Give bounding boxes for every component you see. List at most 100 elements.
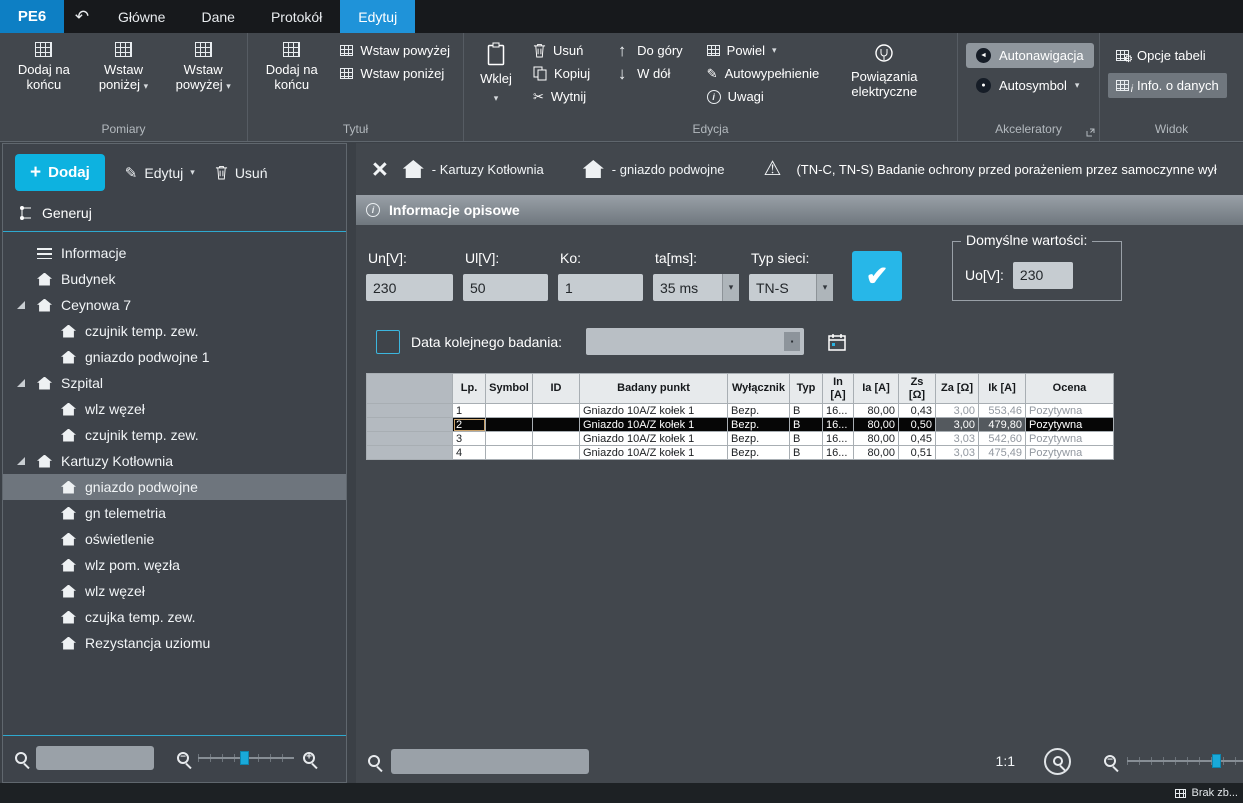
zoom-out-icon[interactable]: − [177, 752, 189, 764]
column-header[interactable]: Lp. [453, 374, 486, 404]
tree-item-gniazdo-podwojne-1[interactable]: gniazdo podwojne 1 [3, 344, 346, 370]
table-cell[interactable] [486, 446, 533, 460]
tree-item-budynek[interactable]: Budynek [3, 266, 346, 292]
table-row[interactable]: 4 Gniazdo 10A/Z kołek 1 Bezp. B 16... 80… [367, 446, 1114, 460]
zoom-out-icon[interactable]: − [1104, 755, 1116, 767]
generate-button[interactable]: Generuj [3, 199, 346, 229]
table-options-button[interactable]: ⚙ Opcje tabeli [1108, 43, 1214, 68]
expander-icon[interactable] [17, 379, 25, 387]
row-selector[interactable] [367, 446, 453, 460]
column-header[interactable]: Ocena [1026, 374, 1114, 404]
table-row[interactable]: 3 Gniazdo 10A/Z kołek 1 Bezp. B 16... 80… [367, 432, 1114, 446]
date-clear-button[interactable]: ▪ [784, 332, 800, 351]
column-header[interactable]: ID [533, 374, 580, 404]
table-cell[interactable] [486, 418, 533, 432]
row-selector[interactable] [367, 418, 453, 432]
table-cell[interactable]: Gniazdo 10A/Z kołek 1 [580, 432, 728, 446]
tree-item-czujka-temp-zew[interactable]: czujka temp. zew. [3, 604, 346, 630]
insert-measurement-above-button[interactable]: Wstaw powyżej ▾ [167, 39, 239, 94]
table-cell[interactable]: 3 [453, 432, 486, 446]
table-row[interactable]: 1 Gniazdo 10A/Z kołek 1 Bezp. B 16... 80… [367, 404, 1114, 418]
network-type-combobox[interactable]: TN-S ▾ [749, 274, 833, 301]
calendar-button[interactable] [827, 332, 847, 352]
chevron-down-icon[interactable]: ▾ [722, 274, 739, 301]
slider-handle[interactable] [240, 751, 249, 765]
table-cell[interactable]: 475,49 [979, 446, 1026, 460]
table-cell[interactable]: Pozytywna [1026, 404, 1114, 418]
table-cell[interactable]: B [790, 432, 823, 446]
table-cell[interactable]: Pozytywna [1026, 446, 1114, 460]
data-info-toggle[interactable]: i Info. o danych [1108, 73, 1227, 98]
menu-dane[interactable]: Dane [183, 0, 252, 33]
menu-edytuj[interactable]: Edytuj [340, 0, 415, 33]
table-cell[interactable]: 542,60 [979, 432, 1026, 446]
table-cell[interactable] [533, 446, 580, 460]
tree-item-szpital[interactable]: Szpital [3, 370, 346, 396]
column-header[interactable]: Zs [Ω] [899, 374, 936, 404]
zoom-fit-button[interactable] [1044, 748, 1071, 775]
table-cell[interactable]: Gniazdo 10A/Z kołek 1 [580, 446, 728, 460]
table-cell[interactable]: 0,43 [899, 404, 936, 418]
move-down-button[interactable]: ↓ W dół [609, 62, 688, 85]
tree-item-oswietlenie[interactable]: oświetlenie [3, 526, 346, 552]
table-cell[interactable]: 0,50 [899, 418, 936, 432]
column-header[interactable]: In [A] [823, 374, 854, 404]
table-cell[interactable]: 4 [453, 446, 486, 460]
paste-button[interactable]: Wklej ▾ [472, 39, 520, 106]
autosymbol-toggle[interactable]: ● Autosymbol ▾ [966, 73, 1089, 98]
table-cell[interactable] [533, 418, 580, 432]
cut-button[interactable]: ✂ Wytnij [528, 85, 595, 108]
breadcrumb-kotlownia[interactable]: - Kartuzy Kotłownia [403, 160, 544, 178]
tree-item-czujnik-temp-zew-2[interactable]: czujnik temp. zew. [3, 422, 346, 448]
autofill-button[interactable]: ✎ Autowypełnienie [702, 62, 825, 85]
table-cell[interactable]: 479,80 [979, 418, 1026, 432]
table-cell[interactable] [533, 404, 580, 418]
table-cell[interactable]: 3,00 [936, 418, 979, 432]
table-cell[interactable]: Bezp. [728, 418, 790, 432]
tree-item-czujnik-temp-zew-1[interactable]: czujnik temp. zew. [3, 318, 346, 344]
table-cell[interactable]: B [790, 404, 823, 418]
column-header[interactable]: Badany punkt [580, 374, 728, 404]
expander-icon[interactable] [17, 301, 25, 309]
table-cell[interactable]: 1 [453, 404, 486, 418]
table-cell[interactable]: Bezp. [728, 432, 790, 446]
tree-item-kartuzy-kotlownia[interactable]: Kartuzy Kotłownia [3, 448, 346, 474]
table-cell[interactable]: B [790, 446, 823, 460]
menu-glowne[interactable]: Główne [100, 0, 183, 33]
table-cell[interactable]: Pozytywna [1026, 418, 1114, 432]
duplicate-button[interactable]: Powiel ▾ [702, 39, 825, 62]
table-cell[interactable]: 16... [823, 418, 854, 432]
insert-measurement-below-button[interactable]: Wstaw poniżej ▾ [88, 39, 160, 94]
ta-combobox[interactable]: 35 ms ▾ [653, 274, 739, 301]
delete-button[interactable]: Usuń [528, 39, 595, 62]
table-cell[interactable]: 80,00 [854, 446, 899, 460]
table-cell[interactable]: 0,45 [899, 432, 936, 446]
electrical-links-button[interactable]: Powiązania elektryczne [840, 39, 928, 99]
table-cell[interactable]: Gniazdo 10A/Z kołek 1 [580, 404, 728, 418]
uo-field[interactable] [1013, 262, 1073, 289]
table-cell[interactable]: 553,46 [979, 404, 1026, 418]
autonavigation-toggle[interactable]: ◄ Autonawigacja [966, 43, 1094, 68]
edit-node-button[interactable]: ✎ Edytuj ▾ [125, 164, 195, 182]
table-cell[interactable]: 3,03 [936, 432, 979, 446]
table-cell[interactable]: 16... [823, 446, 854, 460]
table-cell[interactable]: 16... [823, 404, 854, 418]
zoom-in-icon[interactable]: + [303, 752, 315, 764]
table-cell[interactable] [486, 432, 533, 446]
row-selector[interactable] [367, 404, 453, 418]
add-measurement-end-button[interactable]: Dodaj na końcu [8, 39, 80, 92]
tree-item-informacje[interactable]: Informacje [3, 240, 346, 266]
row-selector[interactable] [367, 432, 453, 446]
dialog-launcher-icon[interactable] [1086, 128, 1095, 137]
next-test-date-checkbox[interactable] [376, 330, 400, 354]
tree-item-gn-telemetria[interactable]: gn telemetria [3, 500, 346, 526]
column-header[interactable]: Wyłącznik [728, 374, 790, 404]
column-header[interactable]: Ik [A] [979, 374, 1026, 404]
ul-field[interactable] [463, 274, 548, 301]
app-menu-button[interactable]: PE6 [0, 0, 64, 33]
table-cell[interactable]: 0,51 [899, 446, 936, 460]
table-cell[interactable] [533, 432, 580, 446]
table-cell[interactable]: 3,00 [936, 404, 979, 418]
table-cell[interactable] [486, 404, 533, 418]
column-header[interactable]: Symbol [486, 374, 533, 404]
